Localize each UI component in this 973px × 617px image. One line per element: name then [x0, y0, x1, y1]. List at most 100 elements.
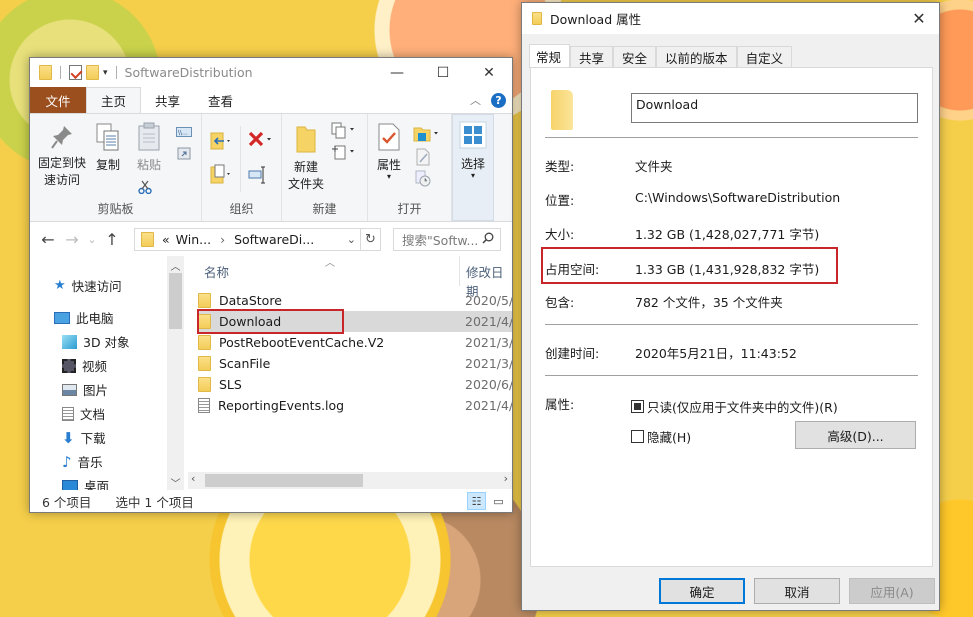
open-group-label: 打开: [397, 202, 422, 216]
cancel-button[interactable]: 取消: [754, 578, 840, 604]
forward-button[interactable]: →: [60, 230, 84, 249]
nav-item-downloads[interactable]: ⬇ 下载: [62, 428, 106, 447]
close-button[interactable]: ✕: [466, 58, 512, 87]
properties-quick-icon[interactable]: [69, 65, 82, 80]
ribbon-tabs: 文件 主页 共享 查看 ︿ ?: [30, 87, 512, 113]
cut-icon[interactable]: [138, 180, 152, 194]
refresh-button[interactable]: ↻: [361, 228, 381, 251]
nav-item-label: 图片: [83, 383, 109, 398]
breadcrumb-overflow[interactable]: «: [162, 232, 170, 247]
file-date: 2020/5/2: [465, 293, 512, 308]
tab-view[interactable]: 查看: [194, 87, 247, 113]
address-dropdown-icon[interactable]: ⌄: [347, 233, 356, 246]
paste-button[interactable]: 粘贴: [134, 122, 164, 174]
select-button[interactable]: 选择 ▾: [454, 121, 492, 180]
pin-quick-access-button[interactable]: 固定到快 速访问: [34, 124, 90, 189]
scroll-right-icon[interactable]: ›: [504, 472, 508, 485]
file-row[interactable]: DataStore 2020/5/2: [198, 290, 512, 311]
up-button[interactable]: ↑: [100, 230, 124, 249]
folder-icon: [532, 12, 542, 25]
file-row[interactable]: SLS 2020/6/1: [198, 374, 512, 395]
nav-item-quick-access[interactable]: ★ 快速访问: [54, 276, 122, 295]
scrollbar-thumb[interactable]: [169, 273, 182, 329]
file-row[interactable]: ReportingEvents.log 2021/4/9: [198, 395, 512, 416]
nav-item-videos[interactable]: 视频: [62, 356, 107, 375]
collapse-ribbon-icon[interactable]: ︿: [470, 92, 481, 108]
easy-access-icon[interactable]: [331, 143, 357, 161]
nav-item-music[interactable]: ♪ 音乐: [62, 452, 103, 471]
scroll-down-icon[interactable]: ﹀: [167, 475, 184, 490]
nav-item-documents[interactable]: 文档: [62, 404, 105, 423]
move-to-icon[interactable]: [210, 131, 234, 151]
nav-item-pictures[interactable]: 图片: [62, 380, 108, 399]
tab-file[interactable]: 文件: [30, 87, 86, 113]
breadcrumb-softwaredistribution[interactable]: SoftwareDi...: [234, 232, 314, 247]
item-count: 6 个项目: [42, 494, 92, 510]
copy-button[interactable]: 复制: [92, 122, 124, 174]
address-bar[interactable]: « Win... › SoftwareDi... ⌄: [134, 228, 361, 251]
log-file-icon: [198, 398, 210, 413]
search-input[interactable]: 搜索"Softw...: [393, 228, 501, 251]
new-folder-quick-icon[interactable]: [86, 65, 99, 80]
large-icons-view-button[interactable]: ▭: [489, 492, 508, 510]
file-row[interactable]: PostRebootEventCache.V2 2021/3/3: [198, 332, 512, 353]
status-bar: 6 个项目 选中 1 个项目 ☷ ▭: [30, 490, 512, 512]
file-date: 2021/4/9: [465, 314, 512, 329]
apply-button[interactable]: 应用(A): [849, 578, 935, 604]
search-placeholder: 搜索"Softw...: [402, 233, 479, 248]
tab-share[interactable]: 共享: [141, 87, 194, 113]
new-item-icon[interactable]: [331, 122, 357, 140]
advanced-button[interactable]: 高级(D)...: [795, 421, 916, 449]
ok-button[interactable]: 确定: [659, 578, 745, 604]
tab-security[interactable]: 安全: [613, 46, 657, 68]
filelist-horizontal-scrollbar[interactable]: ‹ ›: [188, 472, 512, 489]
history-icon[interactable]: [415, 169, 431, 187]
pin-label-2: 速访问: [43, 173, 80, 187]
hidden-checkbox[interactable]: 隐藏(H): [631, 427, 691, 446]
back-button[interactable]: ←: [36, 230, 60, 249]
paste-shortcut-icon[interactable]: [177, 146, 191, 160]
edit-icon[interactable]: [415, 148, 431, 166]
created-label: 创建时间:: [545, 346, 600, 361]
copy-to-icon[interactable]: [210, 164, 234, 184]
nav-item-3d-objects[interactable]: 3D 对象: [62, 332, 130, 351]
location-label: 位置:: [545, 193, 575, 208]
new-folder-button[interactable]: 新建 文件夹: [286, 124, 326, 193]
scrollbar-thumb[interactable]: [205, 474, 363, 487]
breadcrumb-separator[interactable]: ›: [220, 232, 225, 247]
folder-name-input[interactable]: Download: [631, 93, 918, 123]
nav-item-this-pc[interactable]: 此电脑: [54, 308, 114, 327]
details-view-button[interactable]: ☷: [467, 492, 486, 510]
tab-home[interactable]: 主页: [86, 87, 142, 113]
scroll-up-icon[interactable]: ︿: [167, 258, 184, 273]
tab-customize[interactable]: 自定义: [736, 46, 793, 68]
ribbon-group-open: 属性 ▾ 打开: [368, 114, 452, 221]
dialog-close-button[interactable]: ✕: [899, 3, 939, 34]
minimize-button[interactable]: —: [374, 58, 420, 87]
open-icon[interactable]: [413, 125, 441, 143]
readonly-checkbox[interactable]: 只读(仅应用于文件夹中的文件)(R): [631, 397, 838, 416]
column-header-name[interactable]: 名称: [204, 262, 229, 281]
maximize-button[interactable]: ☐: [420, 58, 466, 87]
tab-sharing[interactable]: 共享: [570, 46, 614, 68]
delete-icon[interactable]: [247, 131, 275, 149]
navpane-scrollbar[interactable]: ︿ ﹀: [167, 256, 184, 492]
explorer-titlebar[interactable]: ▾ SoftwareDistribution — ☐ ✕: [30, 58, 512, 87]
copy-path-icon[interactable]: \\...: [176, 127, 192, 137]
help-icon[interactable]: ?: [491, 92, 506, 108]
scroll-left-icon[interactable]: ‹: [191, 472, 195, 485]
dialog-titlebar[interactable]: Download 属性: [522, 3, 939, 34]
file-row[interactable]: ScanFile 2021/3/2: [198, 353, 512, 374]
rename-icon[interactable]: [248, 166, 268, 184]
pin-icon: [51, 126, 72, 149]
recent-locations-button[interactable]: ⌄: [84, 233, 100, 246]
column-separator[interactable]: [459, 256, 460, 286]
properties-button[interactable]: 属性 ▾: [372, 122, 406, 181]
tab-general[interactable]: 常规: [529, 44, 571, 68]
customize-toolbar-icon[interactable]: ▾: [103, 68, 108, 78]
nav-item-label: 快速访问: [71, 279, 122, 294]
dropdown-arrow-icon: ▾: [386, 172, 391, 181]
tab-previous-versions[interactable]: 以前的版本: [656, 46, 737, 68]
picture-icon: [62, 383, 77, 396]
breadcrumb-windows[interactable]: Win...: [176, 232, 211, 247]
